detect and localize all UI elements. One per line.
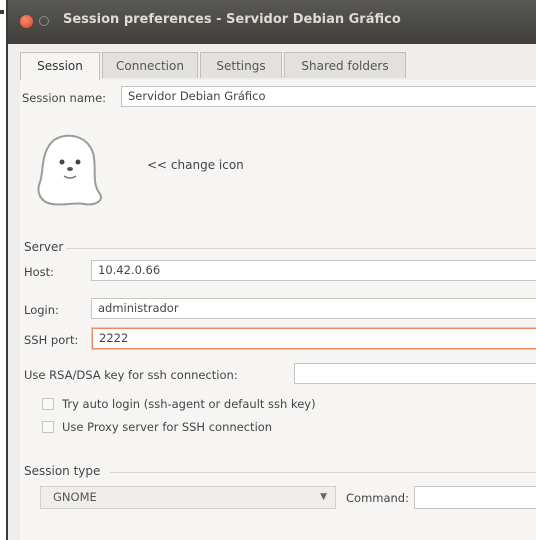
host-input[interactable]: 10.42.0.66 — [91, 260, 536, 281]
session-preferences-window: Session preferences - Servidor Debian Gr… — [6, 0, 536, 540]
server-section-label: Server — [24, 240, 64, 254]
tab-connection[interactable]: Connection — [102, 52, 198, 78]
auto-login-checkbox[interactable] — [42, 398, 54, 410]
session-type-section-label: Session type — [24, 464, 101, 478]
rsa-key-label: Use RSA/DSA key for ssh connection: — [24, 368, 238, 382]
ssh-port-label: SSH port: — [24, 333, 79, 347]
session-type-select[interactable]: GNOME ▼ — [40, 486, 336, 509]
session-type-selected: GNOME — [53, 490, 97, 504]
tab-session[interactable]: Session — [20, 52, 100, 80]
host-label: Host: — [24, 265, 55, 279]
proxy-checkbox[interactable] — [42, 421, 54, 433]
chevron-down-icon: ▼ — [320, 492, 327, 502]
session-name-input[interactable]: Servidor Debian Gráfico — [121, 86, 536, 107]
proxy-label: Use Proxy server for SSH connection — [62, 420, 273, 434]
tab-settings[interactable]: Settings — [200, 52, 282, 78]
rsa-key-input[interactable] — [294, 363, 536, 384]
login-input[interactable]: administrador — [91, 298, 536, 319]
ssh-port-input[interactable]: 2222 — [92, 328, 536, 349]
server-section-divider — [66, 248, 536, 249]
login-label: Login: — [24, 303, 59, 317]
title-bar[interactable]: Session preferences - Servidor Debian Gr… — [8, 0, 536, 44]
session-type-divider — [110, 472, 536, 473]
session-tab-panel: Session name: Servidor Debian Gráfico <<… — [20, 80, 536, 540]
edge-marker — [0, 10, 4, 14]
auto-login-label: Try auto login (ssh-agent or default ssh… — [62, 397, 316, 411]
change-icon-link[interactable]: << change icon — [147, 158, 244, 172]
tab-shared-folders[interactable]: Shared folders — [284, 52, 406, 78]
command-label: Command: — [346, 491, 409, 505]
minimize-icon[interactable] — [39, 16, 49, 26]
command-input[interactable] — [414, 486, 536, 509]
window-title: Session preferences - Servidor Debian Gr… — [63, 12, 401, 27]
close-icon[interactable] — [20, 15, 33, 28]
session-name-label: Session name: — [22, 91, 107, 105]
session-seal-icon[interactable] — [34, 132, 114, 208]
tab-bar: Session Connection Settings Shared folde… — [20, 52, 536, 81]
